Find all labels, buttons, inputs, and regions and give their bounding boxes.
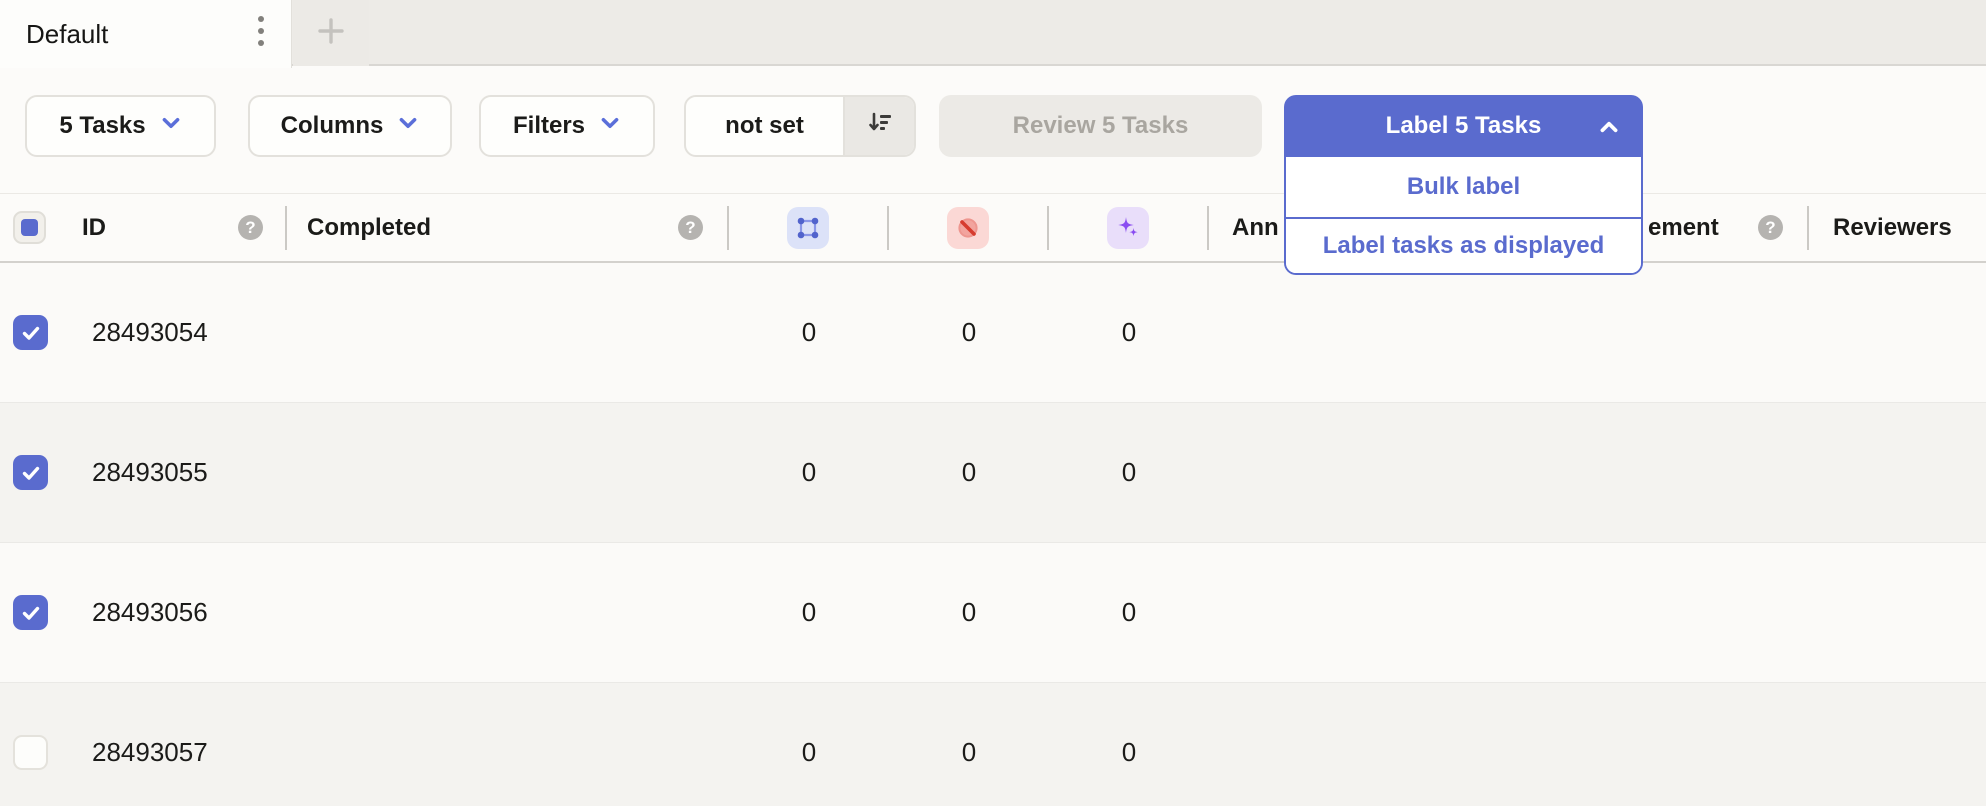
task-id: 28493056 — [60, 597, 287, 628]
skipped-count: 0 — [889, 737, 1049, 768]
columns-label: Columns — [281, 112, 384, 140]
label-tasks-label: Label 5 Tasks — [1386, 112, 1542, 140]
annotations-count: 0 — [729, 597, 889, 628]
column-header-agreement-partial[interactable]: ement ? — [1646, 194, 1807, 261]
filters-label: Filters — [513, 112, 585, 140]
annotations-count: 0 — [729, 737, 889, 768]
table-header: ID ? Completed ? — [0, 193, 1986, 263]
predictions-count: 0 — [1049, 317, 1209, 348]
task-id: 28493057 — [60, 737, 287, 768]
task-id: 28493055 — [60, 457, 287, 488]
predictions-count: 0 — [1049, 457, 1209, 488]
select-all-checkbox[interactable] — [13, 211, 46, 244]
help-icon[interactable]: ? — [238, 215, 263, 240]
columns-dropdown[interactable]: Columns — [248, 95, 452, 157]
table-row[interactable]: 28493054 0 0 0 — [0, 263, 1986, 403]
task-id: 28493054 — [60, 317, 287, 348]
column-id-label: ID — [82, 214, 106, 242]
ordering-value[interactable]: not set — [686, 112, 843, 140]
column-annotated-by-label: Ann — [1232, 214, 1279, 242]
chevron-down-icon — [160, 112, 182, 141]
column-header-annotations[interactable] — [729, 194, 887, 261]
kebab-menu-icon[interactable] — [257, 14, 265, 55]
chevron-up-icon — [1597, 116, 1621, 145]
tasks-count-dropdown[interactable]: 5 Tasks — [25, 95, 216, 157]
row-checkbox[interactable] — [13, 455, 48, 490]
tab-bar: Default — [0, 0, 1986, 66]
chevron-down-icon — [397, 112, 419, 141]
column-agreement-label: ement — [1648, 214, 1719, 242]
column-reviewers-label: Reviewers — [1833, 214, 1952, 242]
skipped-badge-icon[interactable] — [947, 207, 989, 249]
label-tasks-button[interactable]: Label 5 Tasks — [1284, 95, 1643, 157]
help-icon[interactable]: ? — [1758, 215, 1783, 240]
table-row[interactable]: 28493057 0 0 0 — [0, 683, 1986, 806]
label-tasks-menu: Bulk label Label tasks as displayed — [1284, 157, 1643, 275]
tab-label: Default — [26, 19, 108, 50]
annotations-count: 0 — [729, 317, 889, 348]
tasks-count-label: 5 Tasks — [59, 112, 145, 140]
column-header-skipped[interactable] — [889, 194, 1047, 261]
row-checkbox[interactable] — [13, 735, 48, 770]
skipped-count: 0 — [889, 457, 1049, 488]
predictions-count: 0 — [1049, 737, 1209, 768]
row-checkbox[interactable] — [13, 315, 48, 350]
skipped-count: 0 — [889, 317, 1049, 348]
annotations-badge-icon[interactable] — [787, 207, 829, 249]
review-tasks-button[interactable]: Review 5 Tasks — [939, 95, 1262, 157]
skipped-count: 0 — [889, 597, 1049, 628]
column-header-reviewers[interactable]: Reviewers — [1809, 194, 1986, 261]
review-tasks-label: Review 5 Tasks — [1013, 112, 1189, 140]
predictions-sparkles-icon[interactable] — [1107, 207, 1149, 249]
help-icon[interactable]: ? — [678, 215, 703, 240]
sort-descending-icon — [866, 109, 894, 144]
column-header-predictions[interactable] — [1049, 194, 1207, 261]
plus-icon — [314, 14, 348, 53]
filters-dropdown[interactable]: Filters — [479, 95, 655, 157]
annotations-count: 0 — [729, 457, 889, 488]
menu-item-label-tasks-as-displayed[interactable]: Label tasks as displayed — [1286, 217, 1641, 273]
ordering-control: not set — [684, 95, 916, 157]
menu-item-bulk-label[interactable]: Bulk label — [1286, 157, 1641, 217]
task-table-body: 28493054 0 0 0 28493055 0 0 0 28493056 0… — [0, 263, 1986, 806]
table-row[interactable]: 28493056 0 0 0 — [0, 543, 1986, 683]
select-all-cell — [0, 194, 60, 261]
row-checkbox[interactable] — [13, 595, 48, 630]
tab-default[interactable]: Default — [0, 0, 292, 68]
column-header-id[interactable]: ID ? — [60, 194, 285, 261]
sort-direction-button[interactable] — [843, 97, 914, 155]
predictions-count: 0 — [1049, 597, 1209, 628]
column-completed-label: Completed — [307, 214, 431, 242]
table-row[interactable]: 28493055 0 0 0 — [0, 403, 1986, 543]
add-tab-button[interactable] — [293, 0, 369, 66]
column-header-completed[interactable]: Completed ? — [287, 194, 727, 261]
chevron-down-icon — [599, 112, 621, 141]
